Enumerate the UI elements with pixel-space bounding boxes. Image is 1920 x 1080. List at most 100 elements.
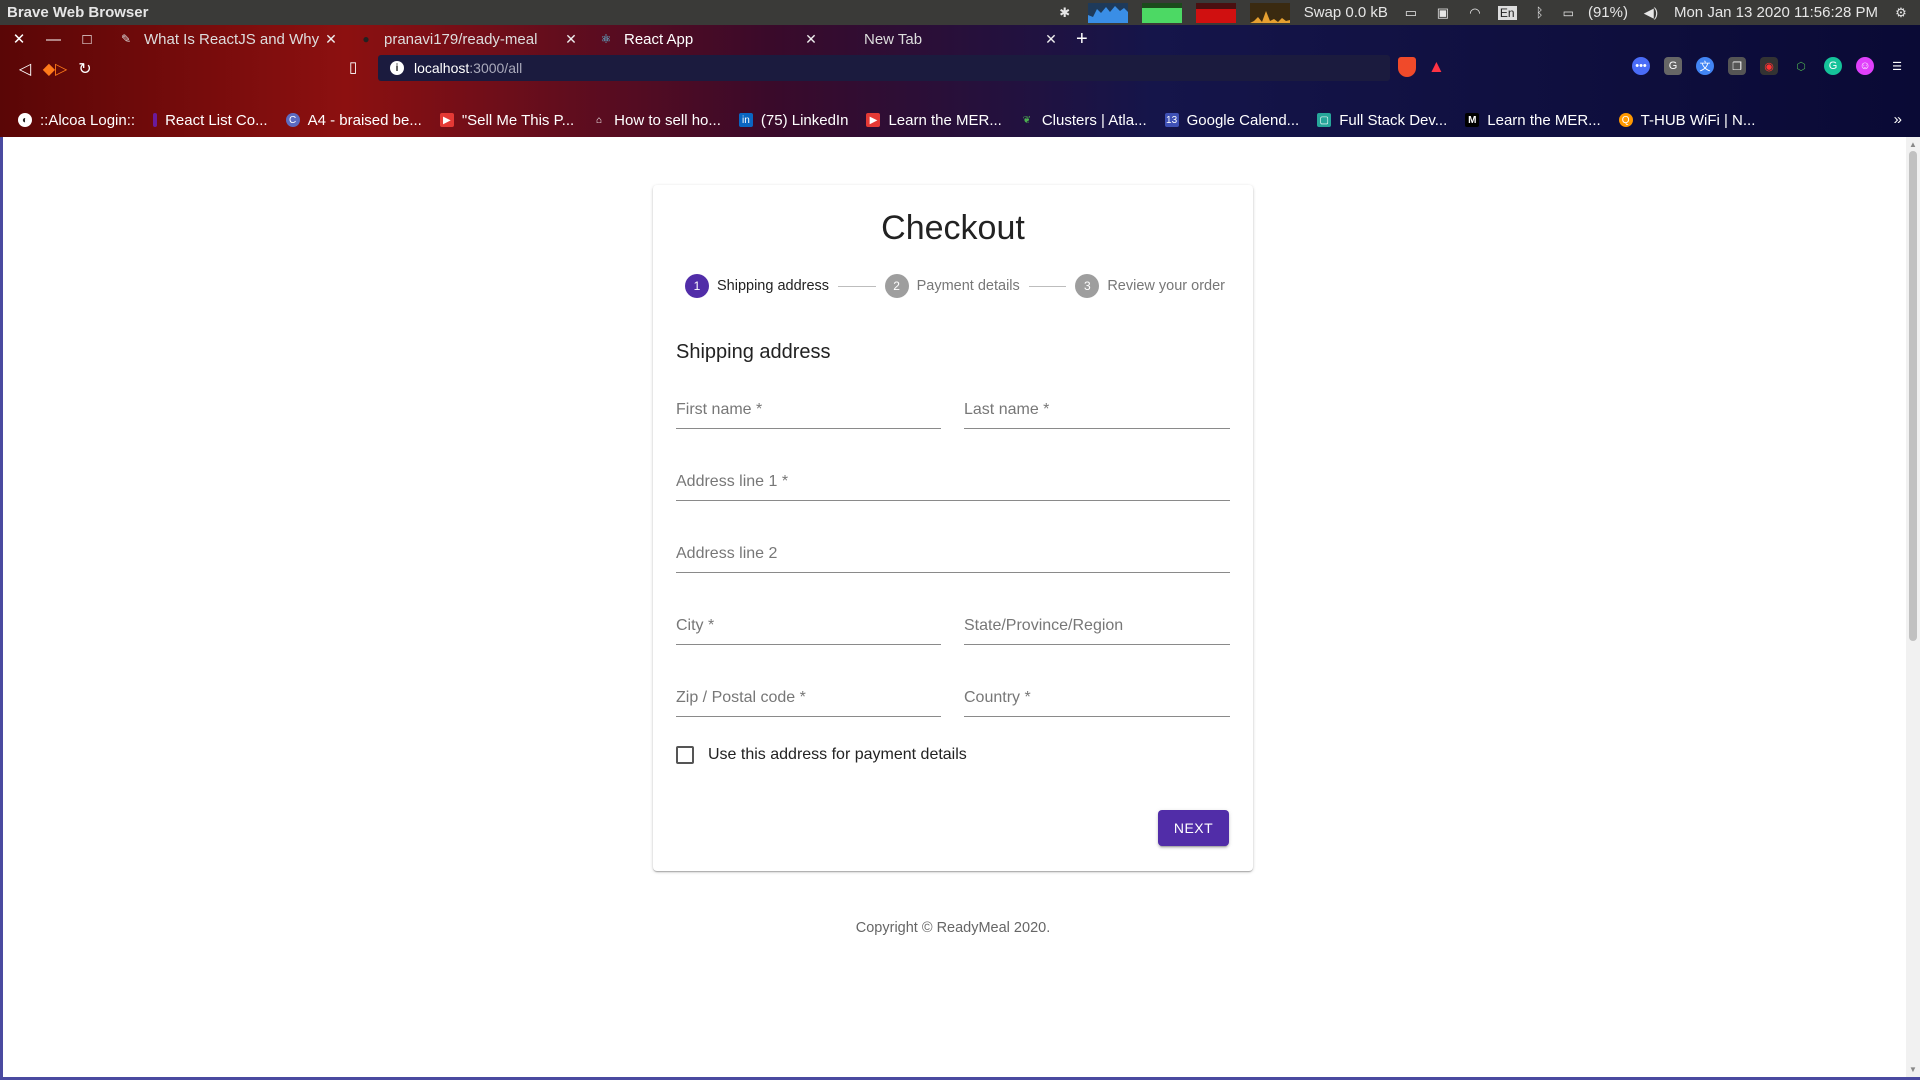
scroll-down-icon[interactable]: ▼ <box>1909 1065 1917 1074</box>
memory-graph-icon[interactable] <box>1141 2 1182 23</box>
screen-icon[interactable]: ▣ <box>1434 5 1452 20</box>
screen-record-icon[interactable]: ◉ <box>1760 57 1778 75</box>
clipboard-icon[interactable]: ▭ <box>1402 5 1420 20</box>
app-title: Brave Web Browser <box>7 4 149 21</box>
checkout-card: Checkout 1 Shipping address 2 Payment de… <box>653 185 1253 871</box>
brave-shields-icon[interactable] <box>1398 57 1416 77</box>
vertical-scrollbar[interactable]: ▲ ▼ <box>1906 137 1920 1077</box>
last-name-field[interactable]: Last name * <box>964 395 1230 429</box>
translate-icon[interactable]: 文 <box>1696 57 1714 75</box>
bookmark-item[interactable]: ⌂ How to sell ho... <box>592 112 721 129</box>
city-field[interactable]: City * <box>676 611 941 645</box>
tab-close-icon[interactable]: ✕ <box>564 31 578 48</box>
extension-copy-icon[interactable]: ❐ <box>1728 57 1746 75</box>
bookmark-item[interactable]: ❦ Clusters | Atla... <box>1020 112 1147 129</box>
network-graph-icon[interactable] <box>1195 2 1236 23</box>
disk-graph-icon[interactable] <box>1249 2 1290 23</box>
url-host: localhost <box>414 60 470 76</box>
back-icon[interactable]: ◁ <box>14 58 36 80</box>
tab-close-icon[interactable]: ✕ <box>1044 31 1058 48</box>
wifi-icon[interactable]: ◠ <box>1466 5 1484 20</box>
battery-icon[interactable]: ▭ <box>1563 6 1574 20</box>
bookmark-item[interactable]: Q T-HUB WiFi | N... <box>1618 112 1755 129</box>
section-title: Shipping address <box>676 341 831 363</box>
copyright-text: Copyright © ReadyMeal 2020. <box>855 920 1051 936</box>
brave-rewards-triangle-icon[interactable]: ▲ <box>1428 57 1445 77</box>
step-number: 2 <box>884 274 909 298</box>
bluetooth-icon[interactable]: ᛒ <box>1531 5 1549 20</box>
minimize-window-icon[interactable]: — <box>46 31 61 48</box>
bookmark-item[interactable]: C A4 - braised be... <box>285 112 422 129</box>
new-tab-plus-icon[interactable]: + <box>1076 28 1088 51</box>
bookmark-page-icon[interactable]: ▯ <box>349 58 357 76</box>
medium-icon: M <box>1465 113 1480 127</box>
bookmark-item[interactable]: ▢ Full Stack Dev... <box>1317 112 1447 129</box>
address-bar[interactable]: i localhost:3000/all <box>378 55 1390 81</box>
same-address-checkbox-row[interactable]: Use this address for payment details <box>676 746 967 764</box>
maximize-window-icon[interactable]: □ <box>80 31 94 48</box>
new-tab-favicon-icon <box>838 31 854 47</box>
field-label: Last name * <box>964 401 1050 418</box>
bookmark-item[interactable]: in (75) LinkedIn <box>738 112 848 129</box>
same-address-checkbox[interactable] <box>676 746 694 764</box>
scroll-up-icon[interactable]: ▲ <box>1909 140 1917 149</box>
tab-1[interactable]: ✎ What Is ReactJS and Why S ✕ <box>108 25 348 53</box>
tab-4[interactable]: New Tab ✕ <box>828 25 1068 53</box>
datetime[interactable]: Mon Jan 13 2020 11:56:28 PM <box>1674 4 1878 21</box>
grammarly-icon[interactable]: G <box>1824 57 1842 75</box>
bookmark-item[interactable]: React List Co... <box>153 112 268 129</box>
page-title: Checkout <box>881 209 1025 247</box>
step-label: Payment details <box>916 278 1020 294</box>
system-tray: ✱ Swap 0.0 kB ▭ ▣ ◠ En ᛒ ▭ (91%) ◀) Mon … <box>1056 2 1920 23</box>
extension-dots-icon[interactable]: ••• <box>1632 57 1650 75</box>
bookmark-item[interactable]: ◐::Alcoa Login:: <box>18 112 135 129</box>
field-label: Address line 1 * <box>676 473 789 490</box>
volume-icon[interactable]: ◀) <box>1642 5 1660 20</box>
address-line-2-field[interactable]: Address line 2 <box>676 539 1230 573</box>
bookmark-favicon-icon: ▢ <box>1317 113 1332 127</box>
address-line-1-field[interactable]: Address line 1 * <box>676 467 1230 501</box>
scrollbar-thumb[interactable] <box>1909 151 1917 641</box>
bookmark-item[interactable]: ▶ Learn the MER... <box>866 112 1002 129</box>
tab-close-icon[interactable]: ✕ <box>324 31 338 48</box>
extension-icons: ••• G 文 ❐ ◉ ⬡ G ☺ ☰ <box>1632 57 1906 75</box>
browser-chrome: ✕ — □ ✎ What Is ReactJS and Why S ✕ ● pr… <box>0 25 1920 137</box>
site-info-icon[interactable]: i <box>390 61 404 75</box>
country-field[interactable]: Country * <box>964 683 1230 717</box>
next-button[interactable]: NEXT <box>1158 810 1229 846</box>
bookmark-favicon-icon <box>153 113 158 127</box>
profile-avatar-icon[interactable]: ☺ <box>1856 57 1874 75</box>
field-label: State/Province/Region <box>964 617 1124 634</box>
extension-hex-icon[interactable]: ⬡ <box>1792 57 1810 75</box>
tab-label: What Is ReactJS and Why S <box>144 30 324 48</box>
keyboard-layout[interactable]: En <box>1497 5 1517 20</box>
reload-icon[interactable]: ↻ <box>74 58 96 80</box>
bookmark-item[interactable]: M Learn the MER... <box>1465 112 1601 129</box>
menu-icon[interactable]: ☰ <box>1888 57 1906 75</box>
brave-rewards-icon[interactable]: ◆▷ <box>43 58 68 80</box>
bookmarks-bar: ◐::Alcoa Login:: React List Co... C A4 - … <box>0 103 1920 137</box>
github-icon: ● <box>362 32 370 46</box>
zip-field[interactable]: Zip / Postal code * <box>676 683 941 717</box>
tab-2[interactable]: ● pranavi179/ready-meal ✕ <box>348 25 588 53</box>
cpu-graph-icon[interactable] <box>1087 2 1128 23</box>
step-connector <box>838 285 876 287</box>
state-field[interactable]: State/Province/Region <box>964 611 1230 645</box>
bookmark-favicon-icon: ◐ <box>18 113 32 127</box>
youtube-icon: ▶ <box>866 113 881 127</box>
settings-gear-icon[interactable]: ⚙ <box>1892 5 1910 20</box>
bookmark-favicon-icon: C <box>285 113 300 127</box>
tab-close-icon[interactable]: ✕ <box>804 31 818 48</box>
bookmark-item[interactable]: ▶ "Sell Me This P... <box>439 112 574 129</box>
checkbox-label: Use this address for payment details <box>708 746 967 763</box>
favicon-icon: ✎ <box>120 32 132 46</box>
bookmark-item[interactable]: 13 Google Calend... <box>1164 112 1299 129</box>
extension-g-icon[interactable]: G <box>1664 57 1682 75</box>
close-window-icon[interactable]: ✕ <box>12 30 26 48</box>
tab-3[interactable]: ⚛ React App ✕ <box>588 25 828 53</box>
react-icon: ⚛ <box>600 32 612 46</box>
step-label: Shipping address <box>717 278 830 294</box>
bookmarks-overflow-icon[interactable]: » <box>1894 111 1902 128</box>
first-name-field[interactable]: First name * <box>676 395 941 429</box>
slack-icon[interactable]: ✱ <box>1056 5 1074 20</box>
